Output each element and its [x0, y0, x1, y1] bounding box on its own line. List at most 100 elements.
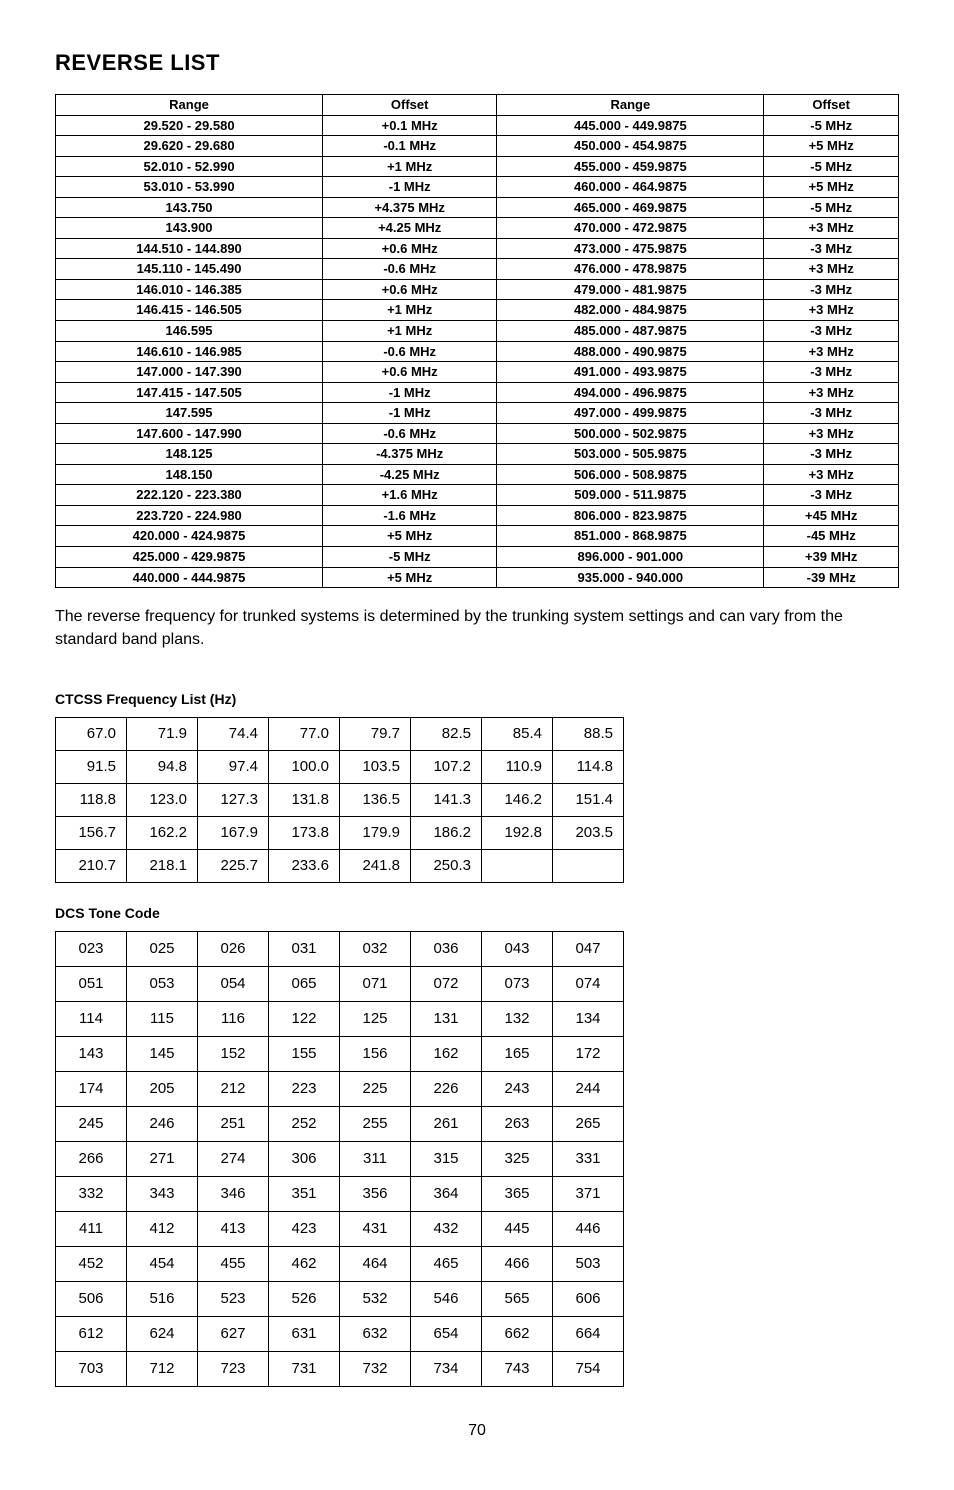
table-cell: 223 — [269, 1071, 340, 1106]
table-row: 452454455462464465466503 — [56, 1246, 624, 1281]
table-cell: +5 MHz — [323, 526, 497, 547]
table-cell: 331 — [553, 1141, 624, 1176]
table-cell: 271 — [127, 1141, 198, 1176]
table-cell: -5 MHz — [764, 115, 899, 136]
table-cell: 144.510 - 144.890 — [56, 238, 323, 259]
table-cell: 506.000 - 508.9875 — [497, 464, 764, 485]
table-cell: -5 MHz — [764, 156, 899, 177]
table-cell: 306 — [269, 1141, 340, 1176]
table-row: 023025026031032036043047 — [56, 931, 624, 966]
table-cell: -39 MHz — [764, 567, 899, 588]
table-cell: 147.600 - 147.990 — [56, 423, 323, 444]
table-cell: 143.750 — [56, 197, 323, 218]
col-header: Offset — [323, 95, 497, 116]
table-cell: +3 MHz — [764, 259, 899, 280]
table-cell: 265 — [553, 1106, 624, 1141]
table-cell: +5 MHz — [323, 567, 497, 588]
table-cell: 192.8 — [482, 816, 553, 849]
table-cell: 162.2 — [127, 816, 198, 849]
table-cell: 506 — [56, 1281, 127, 1316]
table-cell: -3 MHz — [764, 485, 899, 506]
table-cell: 455.000 - 459.9875 — [497, 156, 764, 177]
table-cell: 325 — [482, 1141, 553, 1176]
table-cell: 065 — [269, 966, 340, 1001]
table-cell: 122 — [269, 1001, 340, 1036]
table-cell: 476.000 - 478.9875 — [497, 259, 764, 280]
table-cell: 241.8 — [340, 849, 411, 882]
table-cell: 074 — [553, 966, 624, 1001]
table-cell: 212 — [198, 1071, 269, 1106]
table-cell: -4.375 MHz — [323, 444, 497, 465]
table-cell: 263 — [482, 1106, 553, 1141]
table-cell: 445.000 - 449.9875 — [497, 115, 764, 136]
table-cell: -3 MHz — [764, 238, 899, 259]
table-cell: 165 — [482, 1036, 553, 1071]
table-cell: 146.610 - 146.985 — [56, 341, 323, 362]
table-cell: 146.010 - 146.385 — [56, 279, 323, 300]
table-cell: 445 — [482, 1211, 553, 1246]
table-cell: 612 — [56, 1316, 127, 1351]
table-cell: 425.000 - 429.9875 — [56, 547, 323, 568]
table-cell: 662 — [482, 1316, 553, 1351]
table-cell: 054 — [198, 966, 269, 1001]
table-cell: 413 — [198, 1211, 269, 1246]
table-cell: 412 — [127, 1211, 198, 1246]
table-row: 148.150-4.25 MHz506.000 - 508.9875+3 MHz — [56, 464, 899, 485]
table-cell: 071 — [340, 966, 411, 1001]
table-cell — [553, 849, 624, 882]
table-cell: 152 — [198, 1036, 269, 1071]
table-row: 420.000 - 424.9875+5 MHz851.000 - 868.98… — [56, 526, 899, 547]
table-cell: 036 — [411, 931, 482, 966]
table-cell: +4.375 MHz — [323, 197, 497, 218]
table-cell: 465.000 - 469.9875 — [497, 197, 764, 218]
table-cell: 246 — [127, 1106, 198, 1141]
table-cell: 606 — [553, 1281, 624, 1316]
table-cell: 141.3 — [411, 783, 482, 816]
table-cell: 85.4 — [482, 717, 553, 750]
table-cell: 754 — [553, 1351, 624, 1386]
table-cell: 664 — [553, 1316, 624, 1351]
table-cell: 29.620 - 29.680 — [56, 136, 323, 157]
table-cell: +3 MHz — [764, 218, 899, 239]
table-cell: 243 — [482, 1071, 553, 1106]
reverse-list-table: Range Offset Range Offset 29.520 - 29.58… — [55, 94, 899, 588]
table-cell: -0.6 MHz — [323, 341, 497, 362]
table-cell: 77.0 — [269, 717, 340, 750]
table-cell: 162 — [411, 1036, 482, 1071]
table-cell: 047 — [553, 931, 624, 966]
table-cell: 134 — [553, 1001, 624, 1036]
table-cell: 116 — [198, 1001, 269, 1036]
table-cell: 627 — [198, 1316, 269, 1351]
table-cell: +1 MHz — [323, 156, 497, 177]
table-cell: 420.000 - 424.9875 — [56, 526, 323, 547]
table-row: 52.010 - 52.990+1 MHz455.000 - 459.9875-… — [56, 156, 899, 177]
table-cell: 624 — [127, 1316, 198, 1351]
table-cell: 896.000 - 901.000 — [497, 547, 764, 568]
table-cell: 226 — [411, 1071, 482, 1106]
table-cell: 479.000 - 481.9875 — [497, 279, 764, 300]
table-cell: 186.2 — [411, 816, 482, 849]
table-cell: 131.8 — [269, 783, 340, 816]
table-cell: -0.6 MHz — [323, 259, 497, 280]
table-cell: 145.110 - 145.490 — [56, 259, 323, 280]
table-cell: 497.000 - 499.9875 — [497, 403, 764, 424]
table-cell: -3 MHz — [764, 279, 899, 300]
table-cell: 509.000 - 511.9875 — [497, 485, 764, 506]
table-cell: -5 MHz — [323, 547, 497, 568]
table-cell: 71.9 — [127, 717, 198, 750]
table-cell: 351 — [269, 1176, 340, 1211]
table-cell: +0.6 MHz — [323, 238, 497, 259]
table-cell: 503.000 - 505.9875 — [497, 444, 764, 465]
table-cell: 148.125 — [56, 444, 323, 465]
table-cell: 114 — [56, 1001, 127, 1036]
table-cell: 073 — [482, 966, 553, 1001]
table-cell: 503 — [553, 1246, 624, 1281]
table-cell: 851.000 - 868.9875 — [497, 526, 764, 547]
table-cell: 734 — [411, 1351, 482, 1386]
table-row: 29.620 - 29.680-0.1 MHz450.000 - 454.987… — [56, 136, 899, 157]
table-cell: 072 — [411, 966, 482, 1001]
table-row: 147.415 - 147.505-1 MHz494.000 - 496.987… — [56, 382, 899, 403]
table-cell: 261 — [411, 1106, 482, 1141]
table-cell: 136.5 — [340, 783, 411, 816]
table-row: 332343346351356364365371 — [56, 1176, 624, 1211]
